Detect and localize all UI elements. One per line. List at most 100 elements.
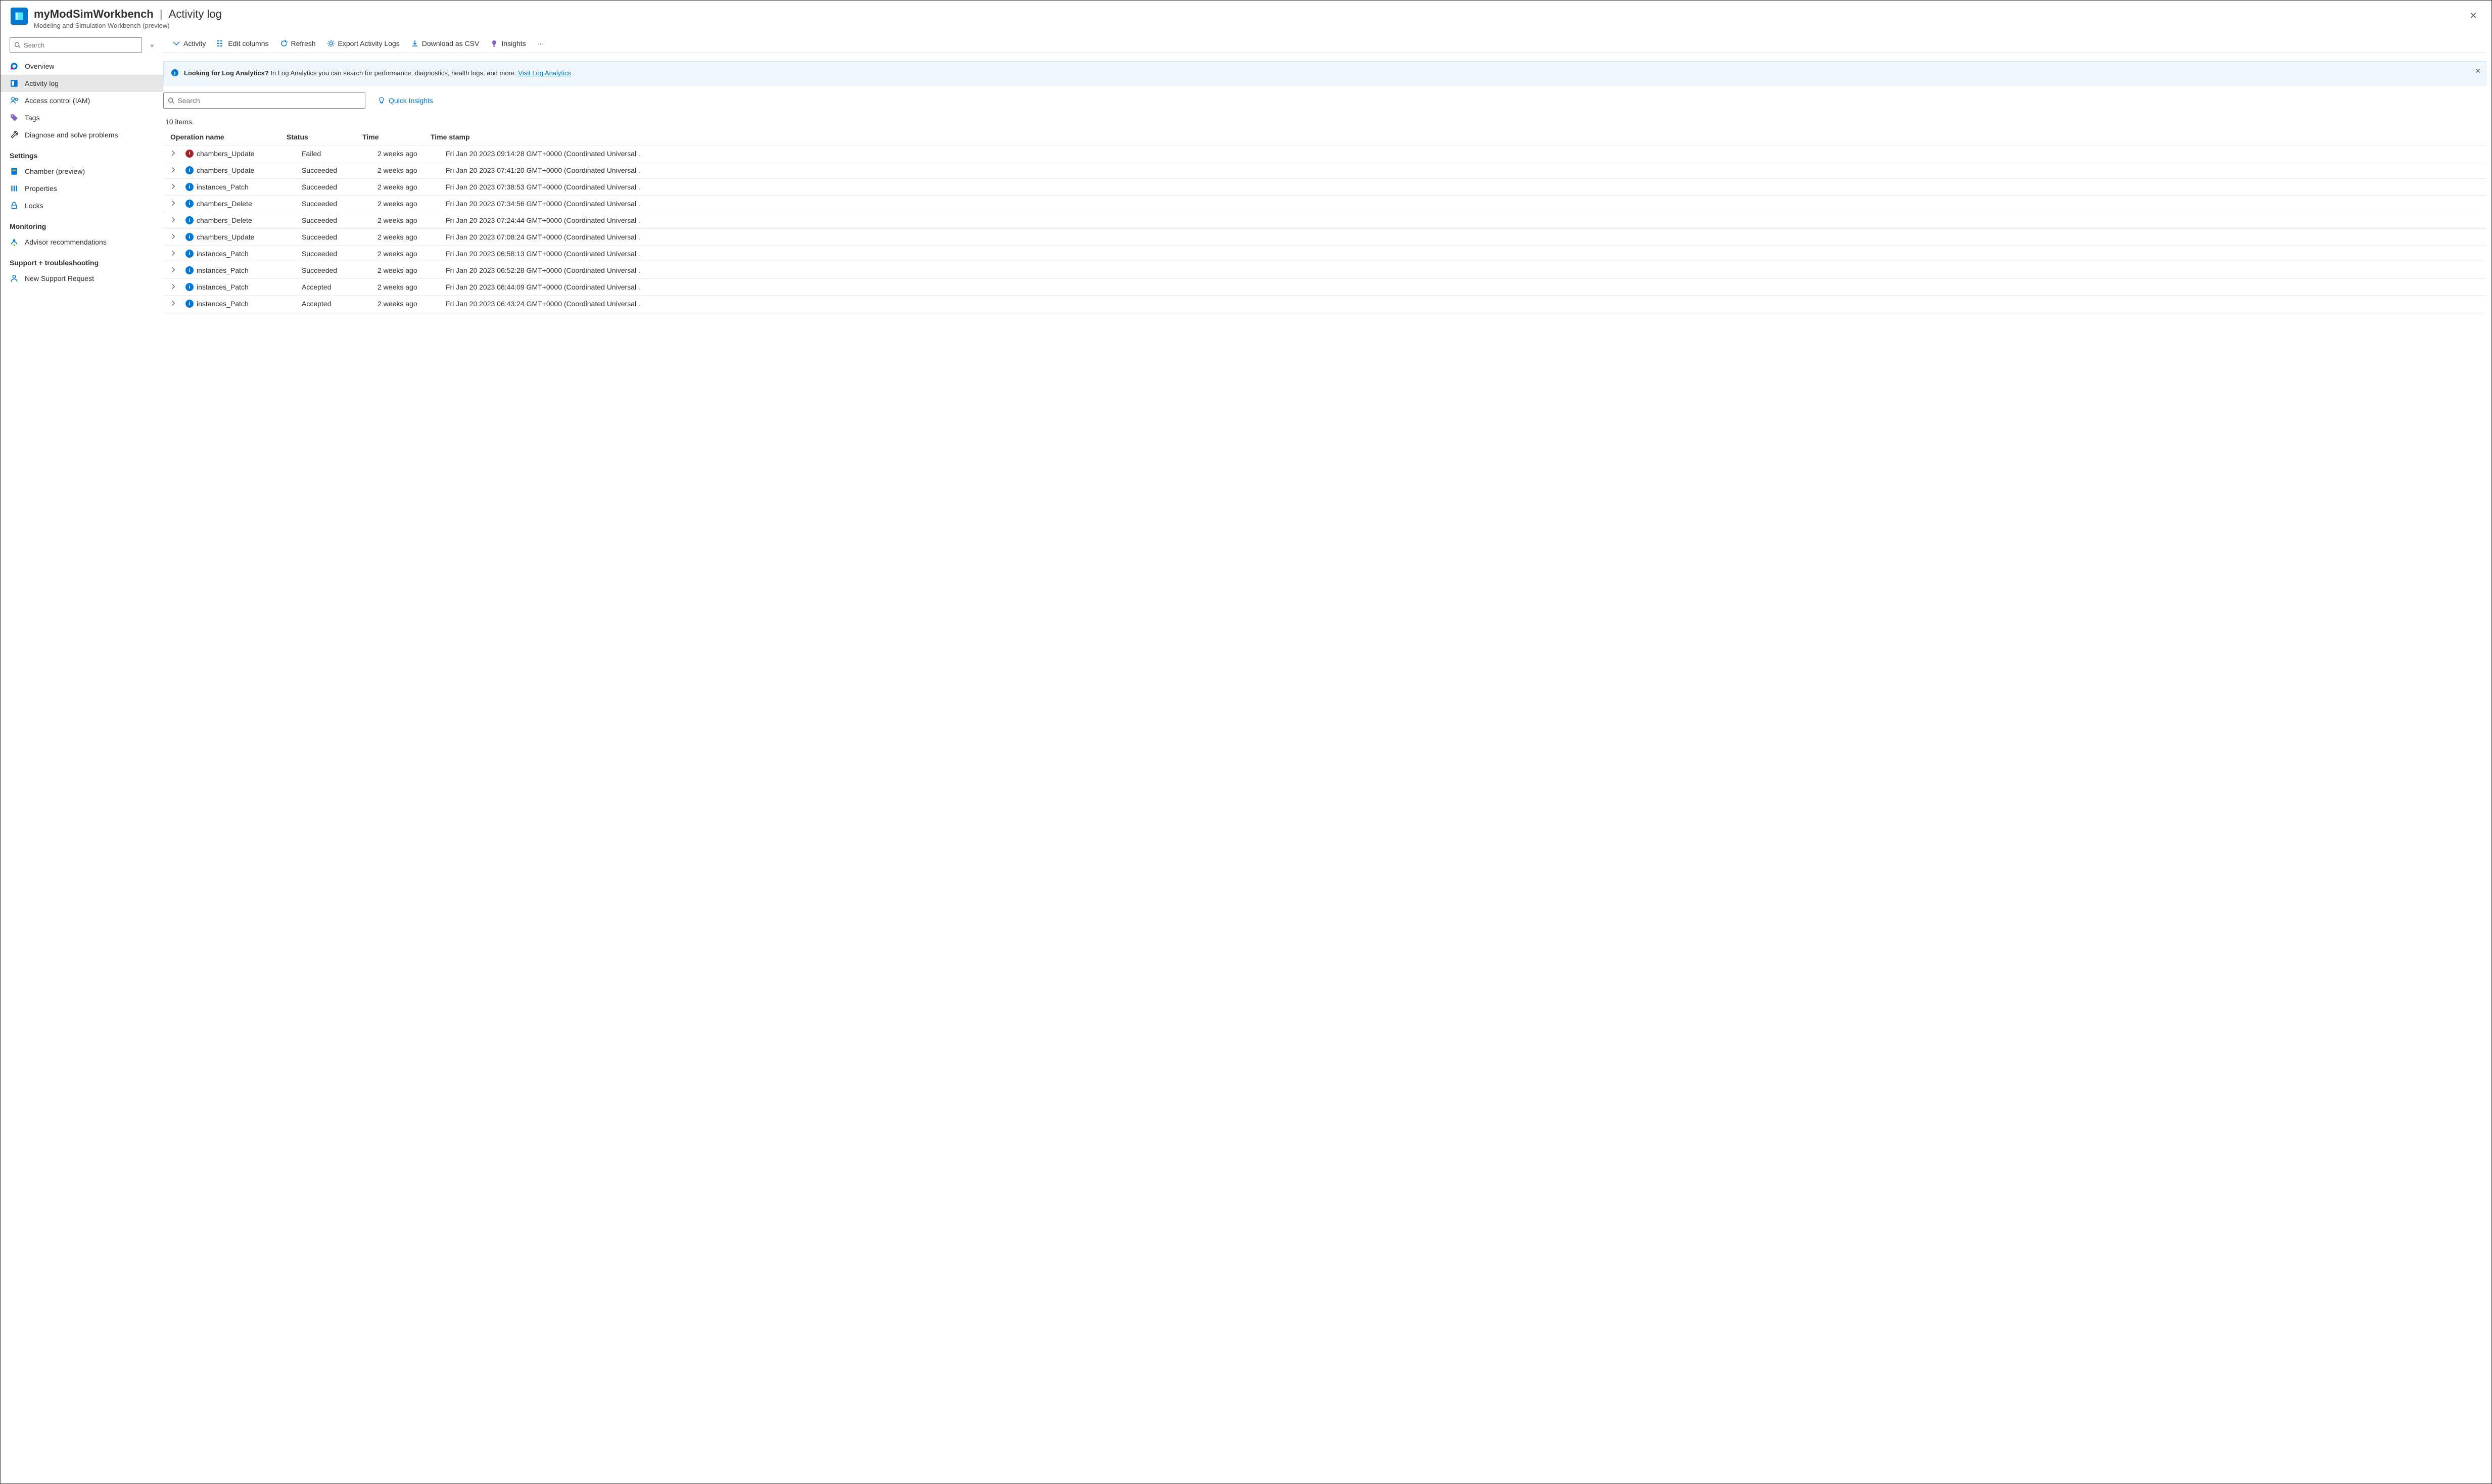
chevron-right-icon[interactable]: [170, 266, 178, 274]
chevron-right-icon[interactable]: [170, 250, 178, 258]
operation-name: instances_Patch: [197, 183, 249, 191]
properties-icon: [10, 184, 19, 193]
status-text: Succeeded: [302, 250, 378, 258]
activity-search[interactable]: [163, 92, 365, 109]
relative-time: 2 weeks ago: [378, 266, 446, 274]
table-row[interactable]: !chambers_UpdateFailed2 weeks agoFri Jan…: [163, 146, 2486, 162]
svg-text:i: i: [174, 70, 175, 76]
sidebar-item-iam[interactable]: Access control (IAM): [1, 92, 163, 109]
activity-search-input[interactable]: [177, 97, 361, 105]
sidebar-item-support[interactable]: New Support Request: [1, 270, 163, 287]
sidebar-item-advisor[interactable]: Advisor recommendations: [1, 233, 163, 251]
download-icon: [411, 39, 419, 47]
sidebar-item-label: Activity log: [25, 79, 59, 87]
relative-time: 2 weeks ago: [378, 283, 446, 291]
status-info-icon: i: [185, 183, 194, 191]
chevron-right-icon[interactable]: [170, 166, 178, 174]
lightbulb-icon: [490, 39, 498, 47]
operation-name: instances_Patch: [197, 300, 249, 308]
visit-log-analytics-link[interactable]: Visit Log Analytics: [518, 69, 571, 77]
status-info-icon: i: [185, 283, 194, 291]
sidebar-item-overview[interactable]: Overview: [1, 58, 163, 75]
banner-close-button[interactable]: ✕: [2475, 67, 2481, 75]
collapse-sidebar-button[interactable]: «: [146, 39, 158, 51]
table-row[interactable]: iinstances_PatchAccepted2 weeks agoFri J…: [163, 296, 2486, 312]
page-title: myModSimWorkbench | Activity log: [34, 8, 2465, 21]
status-error-icon: !: [185, 150, 194, 158]
tags-icon: [10, 113, 19, 122]
sidebar-item-label: New Support Request: [25, 274, 94, 282]
table-row[interactable]: ichambers_UpdateSucceeded2 weeks agoFri …: [163, 162, 2486, 179]
gear-icon: [327, 39, 335, 47]
overview-icon: [10, 62, 19, 71]
diagnose-icon: [10, 130, 19, 139]
locks-icon: [10, 201, 19, 210]
sidebar-item-label: Properties: [25, 184, 57, 193]
table-row[interactable]: iinstances_PatchSucceeded2 weeks agoFri …: [163, 262, 2486, 279]
status-info-icon: i: [185, 166, 194, 174]
relative-time: 2 weeks ago: [378, 200, 446, 208]
edit-columns-button[interactable]: Edit columns: [212, 37, 273, 50]
activity-table: Operation name Status Time Time stamp !c…: [163, 129, 2486, 312]
export-button[interactable]: Export Activity Logs: [322, 37, 405, 50]
quick-insights-button[interactable]: Quick Insights: [378, 97, 433, 105]
sidebar-item-label: Diagnose and solve problems: [25, 131, 118, 139]
title-separator: |: [160, 8, 163, 20]
sidebar-item-label: Tags: [25, 114, 40, 122]
sidebar-item-chamber[interactable]: Chamber (preview): [1, 163, 163, 180]
iam-icon: [10, 96, 19, 105]
timestamp: Fri Jan 20 2023 07:08:24 GMT+0000 (Coord…: [446, 233, 2486, 241]
status-text: Succeeded: [302, 216, 378, 224]
col-header-status[interactable]: Status: [287, 133, 362, 141]
col-header-operation[interactable]: Operation name: [170, 133, 287, 141]
sidebar: « Overview Activity log Access control (IA…: [1, 34, 163, 1483]
chevron-right-icon[interactable]: [170, 283, 178, 291]
sidebar-item-properties[interactable]: Properties: [1, 180, 163, 197]
timestamp: Fri Jan 20 2023 06:44:09 GMT+0000 (Coord…: [446, 283, 2486, 291]
sidebar-search-input[interactable]: [24, 41, 137, 49]
chevron-right-icon[interactable]: [170, 216, 178, 224]
table-row[interactable]: ichambers_DeleteSucceeded2 weeks agoFri …: [163, 196, 2486, 212]
timestamp: Fri Jan 20 2023 07:41:20 GMT+0000 (Coord…: [446, 166, 2486, 174]
chevron-right-icon[interactable]: [170, 200, 178, 208]
nav-group-monitoring: Monitoring: [1, 214, 163, 233]
close-button[interactable]: ✕: [2465, 8, 2481, 24]
chevron-right-icon[interactable]: [170, 183, 178, 191]
search-icon: [168, 97, 174, 104]
table-row[interactable]: ichambers_UpdateSucceeded2 weeks agoFri …: [163, 229, 2486, 246]
activitylog-icon: [10, 79, 19, 88]
activity-dropdown[interactable]: Activity: [167, 37, 211, 50]
table-row[interactable]: iinstances_PatchSucceeded2 weeks agoFri …: [163, 179, 2486, 196]
table-row[interactable]: iinstances_PatchAccepted2 weeks agoFri J…: [163, 279, 2486, 296]
sidebar-item-label: Locks: [25, 202, 43, 210]
sidebar-item-locks[interactable]: Locks: [1, 197, 163, 214]
sidebar-item-activitylog[interactable]: Activity log: [1, 75, 163, 92]
timestamp: Fri Jan 20 2023 07:24:44 GMT+0000 (Coord…: [446, 216, 2486, 224]
status-info-icon: i: [185, 266, 194, 274]
sidebar-item-label: Advisor recommendations: [25, 238, 107, 246]
chevron-right-icon[interactable]: [170, 150, 178, 158]
table-row[interactable]: iinstances_PatchSucceeded2 weeks agoFri …: [163, 246, 2486, 262]
sidebar-item-diagnose[interactable]: Diagnose and solve problems: [1, 126, 163, 143]
operation-name: chambers_Delete: [197, 216, 252, 224]
col-header-timestamp[interactable]: Time stamp: [431, 133, 2486, 141]
blade-title: Activity log: [169, 8, 222, 20]
relative-time: 2 weeks ago: [378, 183, 446, 191]
timestamp: Fri Jan 20 2023 07:38:53 GMT+0000 (Coord…: [446, 183, 2486, 191]
table-row[interactable]: ichambers_DeleteSucceeded2 weeks agoFri …: [163, 212, 2486, 229]
relative-time: 2 weeks ago: [378, 150, 446, 158]
more-button[interactable]: ···: [532, 37, 549, 50]
col-header-time[interactable]: Time: [362, 133, 431, 141]
operation-name: instances_Patch: [197, 283, 249, 291]
chevron-right-icon[interactable]: [170, 300, 178, 308]
sidebar-item-tags[interactable]: Tags: [1, 109, 163, 126]
download-csv-button[interactable]: Download as CSV: [406, 37, 485, 50]
sidebar-item-label: Chamber (preview): [25, 167, 85, 175]
command-bar: Activity Edit columns Refresh Export Act…: [163, 34, 2486, 53]
refresh-button[interactable]: Refresh: [275, 37, 321, 50]
status-text: Succeeded: [302, 266, 378, 274]
sidebar-search[interactable]: [10, 37, 142, 53]
chevron-right-icon[interactable]: [170, 233, 178, 241]
banner-text: In Log Analytics you can search for perf…: [270, 69, 516, 77]
insights-button[interactable]: Insights: [485, 37, 531, 50]
